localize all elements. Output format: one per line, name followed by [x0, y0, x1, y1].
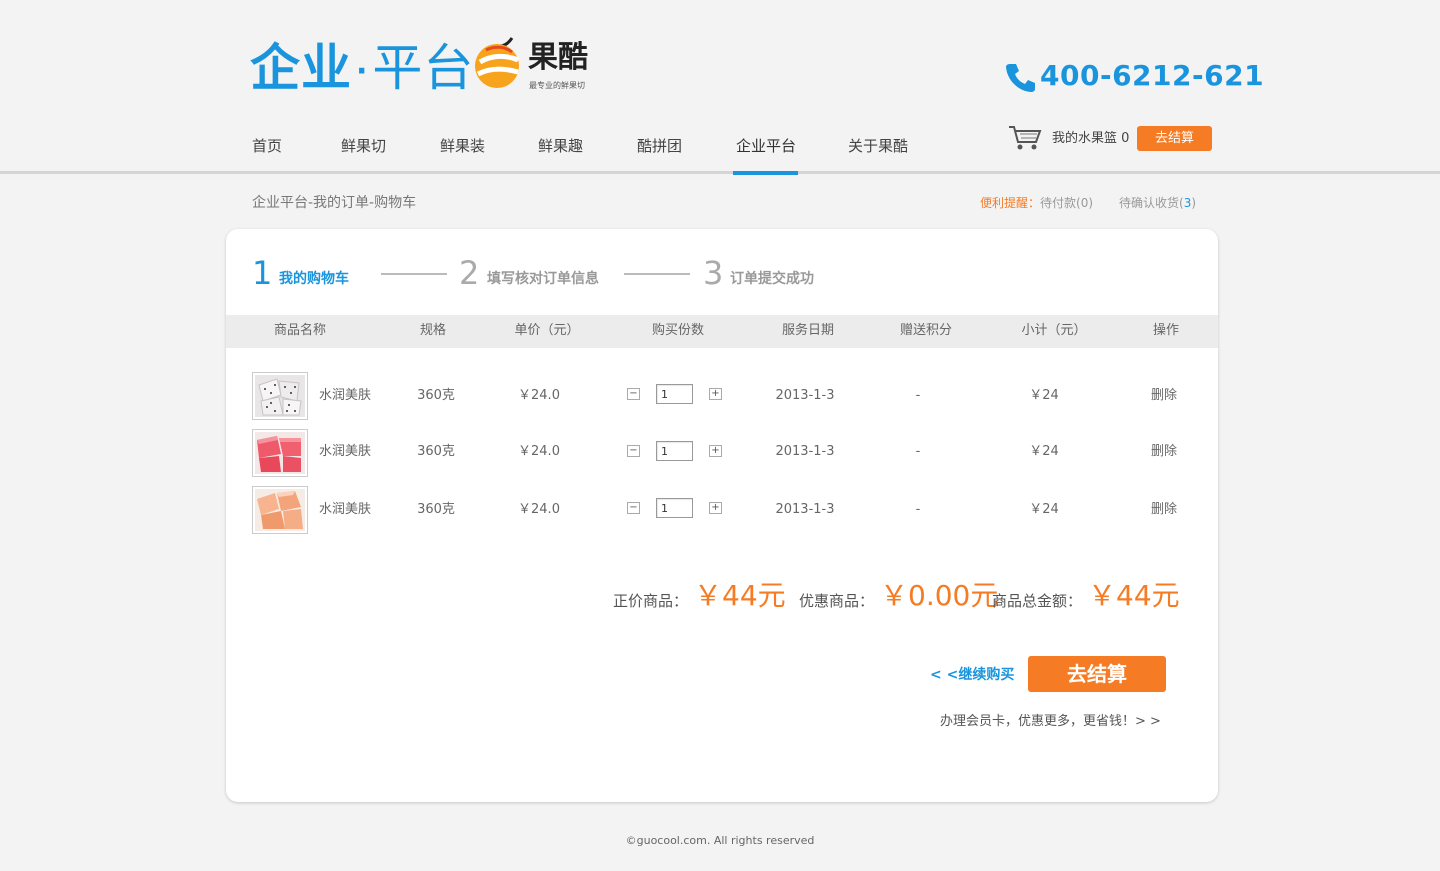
quantity-increase-button[interactable]: + — [709, 445, 722, 457]
grand-total-value: ￥44元 — [1088, 579, 1180, 612]
col-product-name: 商品名称 — [273, 323, 326, 338]
col-subtotal: 小计（元） — [1021, 323, 1087, 338]
quantity-input[interactable] — [656, 384, 693, 404]
product-name[interactable]: 水润美肤 — [319, 500, 371, 520]
phone-icon — [1006, 64, 1035, 92]
pending-payment-link[interactable]: 待付款(0) — [1040, 196, 1093, 210]
nav-divider — [0, 171, 1440, 174]
nav-enterprise[interactable]: 企业平台 — [736, 134, 796, 158]
checkout-button[interactable]: 去结算 — [1028, 656, 1166, 692]
product-spec: 360克 — [417, 388, 455, 403]
quantity-decrease-button[interactable]: − — [627, 445, 640, 457]
bonus-points: - — [915, 502, 921, 517]
col-action: 操作 — [1152, 323, 1179, 338]
step-connector — [624, 273, 690, 275]
col-spec: 规格 — [419, 323, 446, 338]
nav-home[interactable]: 首页 — [252, 134, 282, 158]
col-service-date: 服务日期 — [781, 323, 834, 338]
quantity-decrease-button[interactable]: − — [627, 388, 640, 400]
bonus-points: - — [915, 388, 921, 403]
grand-total-label: 商品总金额： — [992, 592, 1083, 610]
brand-name: 果酷 — [528, 40, 588, 75]
quantity-decrease-button[interactable]: − — [627, 502, 640, 514]
discount-items-label: 优惠商品： — [799, 592, 875, 610]
order-reminder: 便利提醒：待付款(0) 待确认收货(3) — [980, 196, 1197, 210]
nav-fresh-cut[interactable]: 鲜果切 — [341, 134, 386, 158]
row-subtotal: ￥24 — [1029, 502, 1059, 517]
watermelon-image — [255, 432, 305, 474]
regular-items-label: 正价商品： — [613, 592, 689, 610]
nav-fresh-fun[interactable]: 鲜果趣 — [538, 134, 583, 158]
row-subtotal: ￥24 — [1029, 444, 1059, 459]
quantity-increase-button[interactable]: + — [709, 388, 722, 400]
col-unit-price: 单价（元） — [514, 323, 580, 338]
delete-link[interactable]: 删除 — [1124, 386, 1204, 406]
step-2-label: 填写核对订单信息 — [487, 271, 599, 287]
step-connector — [381, 273, 447, 275]
brand-tagline: 最专业的鲜果切 — [529, 81, 585, 90]
delete-link[interactable]: 删除 — [1124, 442, 1204, 462]
unit-price: ￥24.0 — [518, 502, 560, 517]
breadcrumb: 企业平台-我的订单-购物车 — [252, 195, 417, 211]
product-spec: 360克 — [417, 444, 455, 459]
quantity-input[interactable] — [656, 498, 693, 518]
nav-fresh-pack[interactable]: 鲜果装 — [440, 134, 485, 158]
product-thumbnail[interactable] — [252, 372, 308, 420]
bonus-points: - — [915, 444, 921, 459]
nav-group-buy[interactable]: 酷拼团 — [637, 134, 682, 158]
product-name[interactable]: 水润美肤 — [319, 386, 371, 406]
cart-icon[interactable] — [1008, 124, 1042, 152]
nav-about[interactable]: 关于果酷 — [848, 134, 908, 158]
unit-price: ￥24.0 — [518, 388, 560, 403]
hotline-number: 400-6212-621 — [1040, 59, 1265, 92]
service-date: 2013-1-3 — [775, 502, 835, 517]
copyright-footer: ©guocool.com. All rights reserved — [625, 834, 815, 847]
step-3-label: 订单提交成功 — [730, 271, 814, 287]
dragonfruit-image — [255, 375, 305, 417]
platform-logo: 企业 ·平台 — [250, 39, 475, 97]
basket-count[interactable]: 我的水果篮 0 — [1052, 129, 1129, 149]
product-name[interactable]: 水润美肤 — [319, 442, 371, 462]
nav-active-indicator — [733, 171, 798, 175]
header-checkout-button[interactable]: 去结算 — [1137, 126, 1212, 151]
pending-receipt-link[interactable]: 待确认收货(3) — [1119, 196, 1196, 210]
step-1-label: 我的购物车 — [279, 271, 349, 287]
service-date: 2013-1-3 — [775, 444, 835, 459]
service-date: 2013-1-3 — [775, 388, 835, 403]
quantity-increase-button[interactable]: + — [709, 502, 722, 514]
step-1-number: 1 — [252, 254, 273, 292]
unit-price: ￥24.0 — [518, 444, 560, 459]
membership-card-link[interactable]: 办理会员卡，优惠更多，更省钱！> > — [940, 712, 1161, 732]
product-thumbnail[interactable] — [252, 486, 308, 534]
delete-link[interactable]: 删除 — [1124, 500, 1204, 520]
continue-shopping-link[interactable]: < <继续购买 — [930, 665, 1014, 685]
col-quantity: 购买份数 — [651, 323, 704, 338]
step-2-number: 2 — [459, 254, 480, 292]
regular-items-value: ￥44元 — [694, 579, 786, 612]
discount-items-value: ￥0.00元 — [880, 579, 999, 612]
row-subtotal: ￥24 — [1029, 388, 1059, 403]
step-3-number: 3 — [703, 254, 724, 292]
product-thumbnail[interactable] — [252, 429, 308, 477]
quantity-input[interactable] — [656, 441, 693, 461]
reminder-label: 便利提醒 — [980, 196, 1029, 210]
col-points: 赠送积分 — [899, 323, 952, 338]
product-spec: 360克 — [417, 502, 455, 517]
papaya-image — [255, 489, 305, 531]
